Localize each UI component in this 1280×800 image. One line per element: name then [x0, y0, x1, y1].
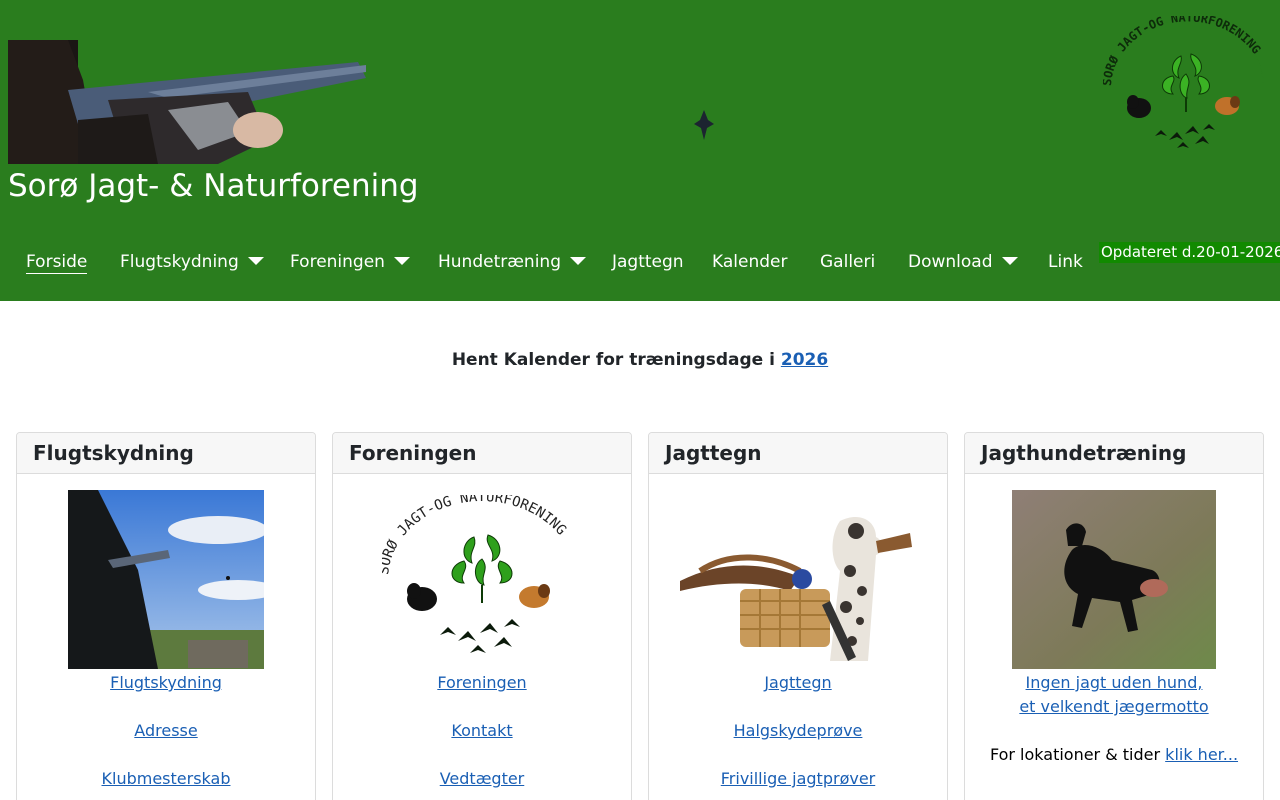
calendar-line: Hent Kalender for træningsdage i 2026	[0, 350, 1280, 370]
site-title: Sorø Jagt- & Naturforening	[8, 168, 419, 204]
link-flugtskydning[interactable]: Flugtskydning	[110, 671, 222, 695]
link-frivillige-jagtproever[interactable]: Frivillige jagtprøver	[721, 767, 876, 791]
card-foreningen: Foreningen SORØ JAGT-OG NATURFORENING	[332, 432, 632, 800]
shooter-photo	[68, 490, 278, 669]
card-flugtskydning: Flugtskydning Flugtskydning Adresse Klub…	[16, 432, 316, 800]
link-klik-her[interactable]: klik her...	[1165, 743, 1238, 767]
nav-label: Jagttegn	[612, 252, 684, 272]
nav-item-download[interactable]: Download	[908, 240, 1018, 284]
caret-down-icon	[393, 257, 410, 265]
nav-item-flugtskydning[interactable]: Flugtskydning	[120, 240, 264, 284]
link-line: et velkendt jægermotto	[1019, 697, 1209, 716]
nav-label: Galleri	[820, 252, 876, 272]
nav-label: Kalender	[712, 252, 788, 272]
site-header: SORØ JAGT-OG NATURFORENING	[0, 0, 1280, 301]
info-text: For lokationer & tider	[989, 745, 1166, 764]
caret-down-icon	[570, 257, 586, 265]
nav-item-forside[interactable]: Forside	[26, 240, 88, 284]
clay-target-icon	[692, 108, 716, 142]
link-vedtaegter[interactable]: Vedtægter	[440, 767, 525, 791]
updated-badge: Opdateret d.20-01-2026	[1099, 242, 1280, 263]
nav-label: Forside	[26, 252, 88, 274]
nav-item-link[interactable]: Link	[1048, 240, 1083, 284]
club-logo-header: SORØ JAGT-OG NATURFORENING	[1100, 10, 1267, 160]
card-jagthundetraening: Jagthundetræning Ingen jagt uden hund, e…	[964, 432, 1264, 800]
link-line: Ingen jagt uden hund,	[1025, 673, 1203, 692]
nav-label: Download	[908, 252, 993, 272]
nav-label: Link	[1048, 252, 1083, 272]
nav-item-kalender[interactable]: Kalender	[712, 240, 787, 284]
caret-down-icon	[247, 257, 264, 265]
svg-text:SORØ JAGT-OG NATURFORENING: SORØ JAGT-OG NATURFORENING	[382, 495, 569, 576]
calendar-year-link[interactable]: 2026	[781, 350, 828, 370]
card-title: Foreningen	[333, 433, 631, 474]
nav-label: Foreningen	[290, 252, 385, 272]
card-links: Ingen jagt uden hund, et velkendt jægerm…	[965, 671, 1263, 767]
hero-shotgun-image	[8, 40, 366, 164]
hunting-dog-basket-photo	[680, 511, 916, 661]
link-adresse[interactable]: Adresse	[134, 719, 197, 743]
link-halgskydeproeve[interactable]: Halgskydeprøve	[734, 719, 863, 743]
link-kontakt[interactable]: Kontakt	[451, 719, 512, 743]
calendar-text: Hent Kalender for træningsdage i	[451, 350, 781, 370]
nav-label: Flugtskydning	[120, 252, 239, 272]
nav-label: Hundetræning	[438, 252, 561, 272]
caret-down-icon	[1001, 257, 1018, 265]
link-ingen-jagt-uden-hund[interactable]: Ingen jagt uden hund, et velkendt jægerm…	[1019, 671, 1208, 719]
nav-item-hundetraening[interactable]: Hundetræning	[438, 240, 586, 284]
card-jagttegn: Jagttegn Jagttegn Halgskydeprøve Frivill…	[648, 432, 948, 800]
card-links: Flugtskydning Adresse Klubmesterskab	[17, 671, 315, 791]
link-klubmesterskab[interactable]: Klubmesterskab	[102, 767, 231, 791]
card-title: Jagthundetræning	[965, 433, 1263, 474]
link-jagttegn[interactable]: Jagttegn	[764, 671, 831, 695]
link-foreningen[interactable]: Foreningen	[437, 671, 526, 695]
card-title: Flugtskydning	[17, 433, 315, 474]
card-title: Jagttegn	[649, 433, 947, 474]
club-logo: SORØ JAGT-OG NATURFORENING	[376, 489, 582, 665]
card-links: Foreningen Kontakt Vedtægter	[333, 671, 631, 791]
black-dog-photo	[1012, 490, 1216, 669]
nav-item-foreningen[interactable]: Foreningen	[290, 240, 410, 284]
card-links: Jagttegn Halgskydeprøve Frivillige jagtp…	[649, 671, 947, 791]
nav-item-jagttegn[interactable]: Jagttegn	[612, 240, 684, 284]
nav-item-galleri[interactable]: Galleri	[820, 240, 875, 284]
